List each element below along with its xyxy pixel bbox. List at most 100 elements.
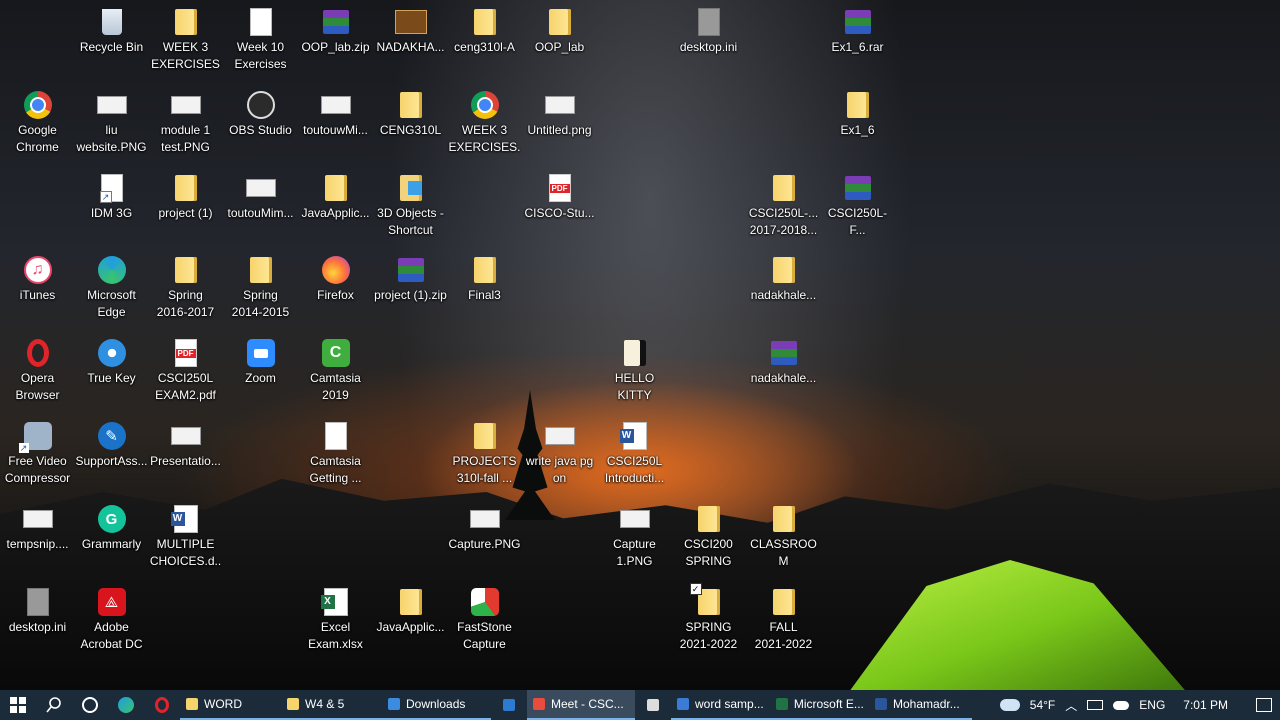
desktop-icon[interactable]: ♫ iTunes bbox=[0, 255, 75, 304]
document-icon bbox=[319, 421, 353, 451]
desktop-icon[interactable]: PROJECTS 310l-fall ... bbox=[447, 421, 522, 486]
cortana-icon[interactable] bbox=[72, 690, 108, 720]
desktop-icon-label: module 1 test.PNG bbox=[160, 123, 211, 154]
desktop-icon[interactable]: CSCI250L-... 2017-2018... bbox=[746, 173, 821, 238]
desktop-icon[interactable]: Firefox bbox=[298, 255, 373, 304]
desktop-icon[interactable]: Capture.PNG bbox=[447, 504, 522, 553]
desktop-icon[interactable]: project (1) bbox=[148, 173, 223, 222]
desktop-icon[interactable]: Presentatio... bbox=[148, 421, 223, 470]
desktop-icon[interactable]: OOP_lab bbox=[522, 7, 597, 56]
image-icon bbox=[21, 504, 55, 534]
desktop-icon[interactable]: Recycle Bin bbox=[74, 7, 149, 56]
battery-icon[interactable] bbox=[1087, 700, 1104, 710]
desktop-icon[interactable]: FastStone Capture bbox=[447, 587, 522, 652]
desktop-icon[interactable]: nadakhale... bbox=[746, 255, 821, 304]
desktop-icon[interactable]: CSCI200 SPRING 2021 bbox=[671, 504, 746, 569]
desktop-icon[interactable]: JavaApplic... bbox=[373, 587, 448, 636]
desktop-icon[interactable]: toutouMim... bbox=[223, 173, 298, 222]
notifications-icon[interactable] bbox=[1256, 698, 1272, 712]
desktop-icon-label: write java pg on NetBean... bbox=[525, 454, 594, 485]
desktop-icon[interactable]: IDM 3G bbox=[74, 173, 149, 222]
desktop-icon[interactable]: CSCI250L Introducti... bbox=[597, 421, 672, 486]
chevron-up-icon[interactable]: ︿ bbox=[1065, 697, 1077, 714]
desktop-icon[interactable]: CISCO-Stu... bbox=[522, 173, 597, 222]
desktop-icon-label: Excel Exam.xlsx bbox=[308, 620, 363, 651]
desktop-icon[interactable]: Week 10 Exercises wi... bbox=[223, 7, 298, 72]
desktop-icon[interactable]: OOP_lab.zip bbox=[298, 7, 373, 56]
desktop-icon[interactable]: nadakhale... bbox=[746, 338, 821, 387]
cloud-icon[interactable] bbox=[999, 699, 1020, 711]
desktop-icon[interactable]: Microsoft Edge bbox=[74, 255, 149, 320]
desktop-icon[interactable]: Ex1_6.rar bbox=[820, 7, 895, 56]
taskbar-app-button[interactable]: W4 & 5 bbox=[281, 690, 382, 720]
edge-taskbar-icon[interactable] bbox=[108, 690, 144, 720]
taskbar-app-button[interactable]: Meet - CSC... bbox=[527, 690, 635, 720]
desktop-icon[interactable]: Final3 bbox=[447, 255, 522, 304]
desktop-icon[interactable]: Spring 2016-2017 bbox=[148, 255, 223, 320]
desktop-icon[interactable]: module 1 test.PNG bbox=[148, 90, 223, 155]
desktop-icon[interactable]: HELLO KITTY bbox=[597, 338, 672, 403]
desktop-icon[interactable]: Google Chrome bbox=[0, 90, 75, 155]
desktop-icon[interactable]: ↗ Free Video Compressor bbox=[0, 421, 75, 486]
desktop-icon[interactable]: Opera Browser bbox=[0, 338, 75, 403]
folder-icon bbox=[186, 698, 198, 710]
clock[interactable]: 7:01 PM bbox=[1183, 698, 1228, 712]
taskbar-app-button[interactable]: Mohamadr... bbox=[869, 690, 972, 720]
desktop-icon[interactable]: NADAKHA... bbox=[373, 7, 448, 56]
desktop-icon[interactable]: OBS Studio bbox=[223, 90, 298, 139]
desktop-icon[interactable]: CSCI250L-F... 2017-2018... bbox=[820, 173, 895, 238]
windows-start-icon[interactable] bbox=[0, 690, 36, 720]
desktop-icon[interactable]: JavaApplic... bbox=[298, 173, 373, 222]
language-indicator[interactable]: ENG bbox=[1139, 698, 1165, 712]
taskbar-app-button[interactable] bbox=[491, 690, 527, 720]
desktop-icon-label: Adobe Acrobat DC bbox=[80, 620, 143, 651]
desktop-icon[interactable]: ✓ SPRING 2021-2022 bbox=[671, 583, 746, 652]
desktop-icon[interactable]: ✎ SupportAss... bbox=[74, 421, 149, 470]
desktop-icon[interactable]: 3D Objects - Shortcut bbox=[373, 173, 448, 238]
desktop-icon[interactable]: ⟁ Adobe Acrobat DC bbox=[74, 587, 149, 652]
settings-file-icon bbox=[21, 587, 55, 617]
desktop-icon[interactable]: liu website.PNG bbox=[74, 90, 149, 155]
desktop-icon[interactable]: G Grammarly bbox=[74, 504, 149, 553]
taskbar-app-button[interactable]: Downloads bbox=[382, 690, 491, 720]
desktop-icon[interactable]: Ex1_6 bbox=[820, 90, 895, 139]
rar-archive-icon bbox=[841, 7, 875, 37]
taskbar-app-button[interactable] bbox=[635, 690, 671, 720]
onedrive-icon[interactable] bbox=[1113, 700, 1130, 710]
desktop-icon-label: Zoom bbox=[245, 371, 276, 385]
faststone-icon bbox=[468, 587, 502, 617]
taskbar-app-button[interactable]: WORD bbox=[180, 690, 281, 720]
search-icon[interactable] bbox=[36, 690, 72, 720]
desktop-icon[interactable]: Zoom bbox=[223, 338, 298, 387]
desktop-icon[interactable]: Camtasia Getting ... bbox=[298, 421, 373, 486]
opera-taskbar-icon[interactable] bbox=[144, 690, 180, 720]
desktop-icon[interactable]: project (1).zip bbox=[373, 255, 448, 304]
desktop-icon[interactable]: CLASSROOM bbox=[746, 504, 821, 569]
desktop-icon[interactable]: Capture 1.PNG bbox=[597, 504, 672, 569]
desktop-icon-label: Capture 1.PNG bbox=[613, 537, 656, 568]
temperature-label[interactable]: 54°F bbox=[1030, 698, 1055, 712]
desktop-icon[interactable]: WEEK 3 EXERCISES... bbox=[447, 90, 522, 155]
taskbar-app-button[interactable]: Microsoft E... bbox=[770, 690, 869, 720]
desktop-icon[interactable]: MULTIPLE CHOICES.d... bbox=[148, 504, 223, 569]
desktop-icon[interactable]: Excel Exam.xlsx bbox=[298, 587, 373, 652]
desktop-icon[interactable]: toutouwMi... bbox=[298, 90, 373, 139]
desktop-icon[interactable]: desktop.ini bbox=[0, 587, 75, 636]
desktop-icon[interactable]: True Key bbox=[74, 338, 149, 387]
desktop-icon[interactable]: WEEK 3 EXERCISES ... bbox=[148, 7, 223, 72]
desktop-icon-label: Camtasia Getting ... bbox=[309, 454, 362, 485]
desktop: Recycle Bin WEEK 3 EXERCISES ... Week 10 E… bbox=[0, 0, 1280, 690]
taskbar-app-button[interactable]: word samp... bbox=[671, 690, 770, 720]
desktop-icon[interactable]: Untitled.png bbox=[522, 90, 597, 139]
desktop-icon[interactable]: write java pg on NetBean... bbox=[522, 421, 597, 486]
desktop-icon[interactable]: desktop.ini bbox=[671, 7, 746, 56]
desktop-icon[interactable]: FALL 2021-2022 bbox=[746, 587, 821, 652]
desktop-icon-label: IDM 3G bbox=[90, 206, 133, 220]
desktop-icon-label: FALL 2021-2022 bbox=[754, 620, 813, 651]
desktop-icon[interactable]: CENG310L bbox=[373, 90, 448, 139]
desktop-icon[interactable]: Spring 2014-2015 bbox=[223, 255, 298, 320]
desktop-icon[interactable]: C Camtasia 2019 bbox=[298, 338, 373, 403]
desktop-icon[interactable]: CSCI250L EXAM2.pdf bbox=[148, 338, 223, 403]
desktop-icon[interactable]: ceng310l-A bbox=[447, 7, 522, 56]
desktop-icon[interactable]: tempsnip.... bbox=[0, 504, 75, 553]
